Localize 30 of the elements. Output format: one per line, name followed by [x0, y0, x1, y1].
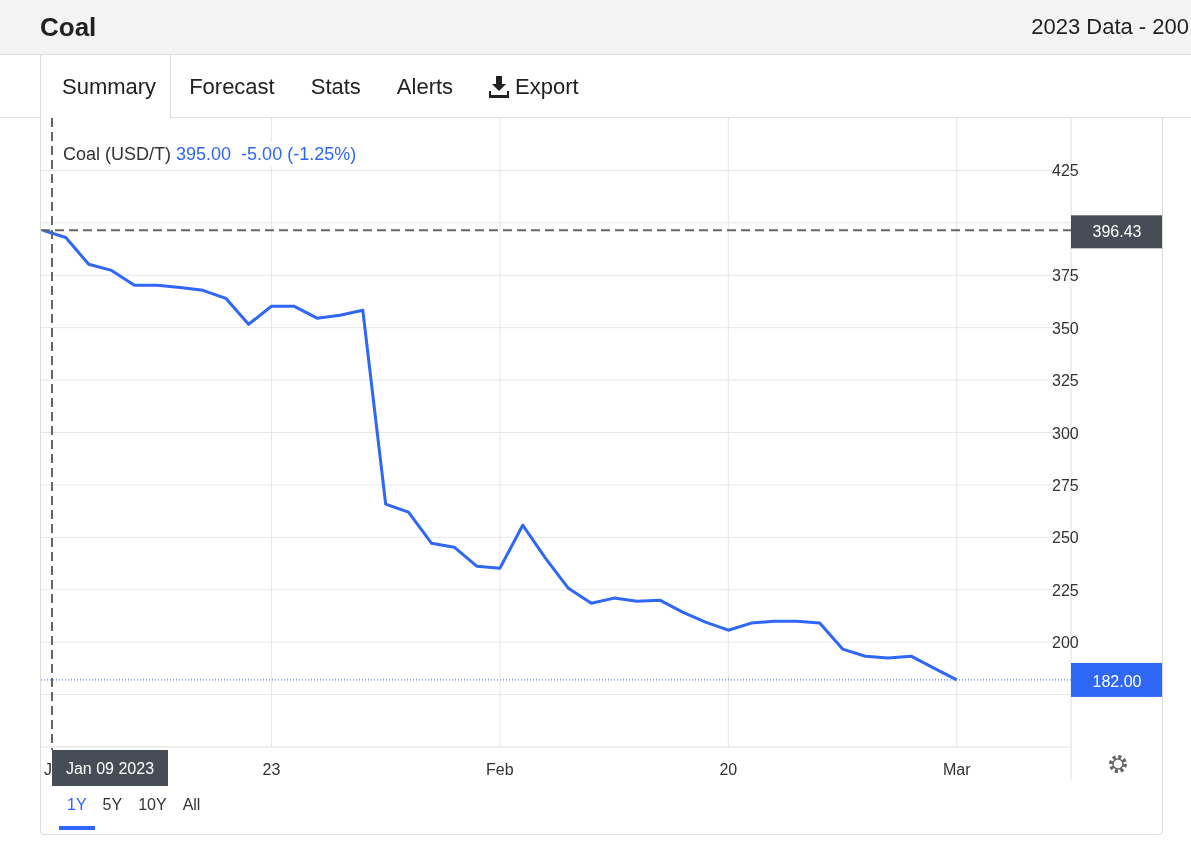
- tab[interactable]: Forecast: [171, 55, 293, 118]
- tab[interactable]: Stats: [292, 55, 379, 118]
- axis-label: 225: [1052, 581, 1079, 599]
- axis-label: 23: [262, 761, 281, 778]
- page-title: Coal: [40, 11, 97, 43]
- axis-label: Mar: [943, 761, 971, 778]
- range-button[interactable]: 5Y: [94, 790, 131, 830]
- tab[interactable]: Summary: [40, 55, 172, 118]
- export-tab[interactable]: Export: [471, 55, 597, 118]
- range-button[interactable]: 1Y: [59, 790, 95, 830]
- axis-label: 200: [1052, 634, 1079, 652]
- axis-label: 325: [1052, 372, 1079, 390]
- price-badge: 182.00: [1071, 662, 1162, 697]
- axis-label: J: [44, 761, 52, 778]
- axis-label: 425: [1052, 162, 1079, 180]
- date-tooltip: Jan 09 2023: [52, 750, 168, 786]
- download-icon: [489, 75, 510, 98]
- settings-icon[interactable]: [1109, 755, 1127, 773]
- range-button[interactable]: All: [174, 790, 209, 830]
- tab[interactable]: Alerts: [378, 55, 472, 118]
- price-badge: 396.43: [1071, 215, 1162, 249]
- axis-label: 350: [1052, 319, 1079, 337]
- axis-label: 275: [1052, 476, 1079, 494]
- range-button[interactable]: 10Y: [130, 790, 175, 830]
- data-range-label: 2023 Data - 200: [1031, 14, 1189, 40]
- axis-label: 20: [719, 761, 738, 778]
- axis-label: Feb: [486, 761, 514, 778]
- axis-label: 250: [1052, 529, 1079, 547]
- axis-label: 300: [1052, 424, 1079, 442]
- axis-label: 375: [1052, 267, 1079, 285]
